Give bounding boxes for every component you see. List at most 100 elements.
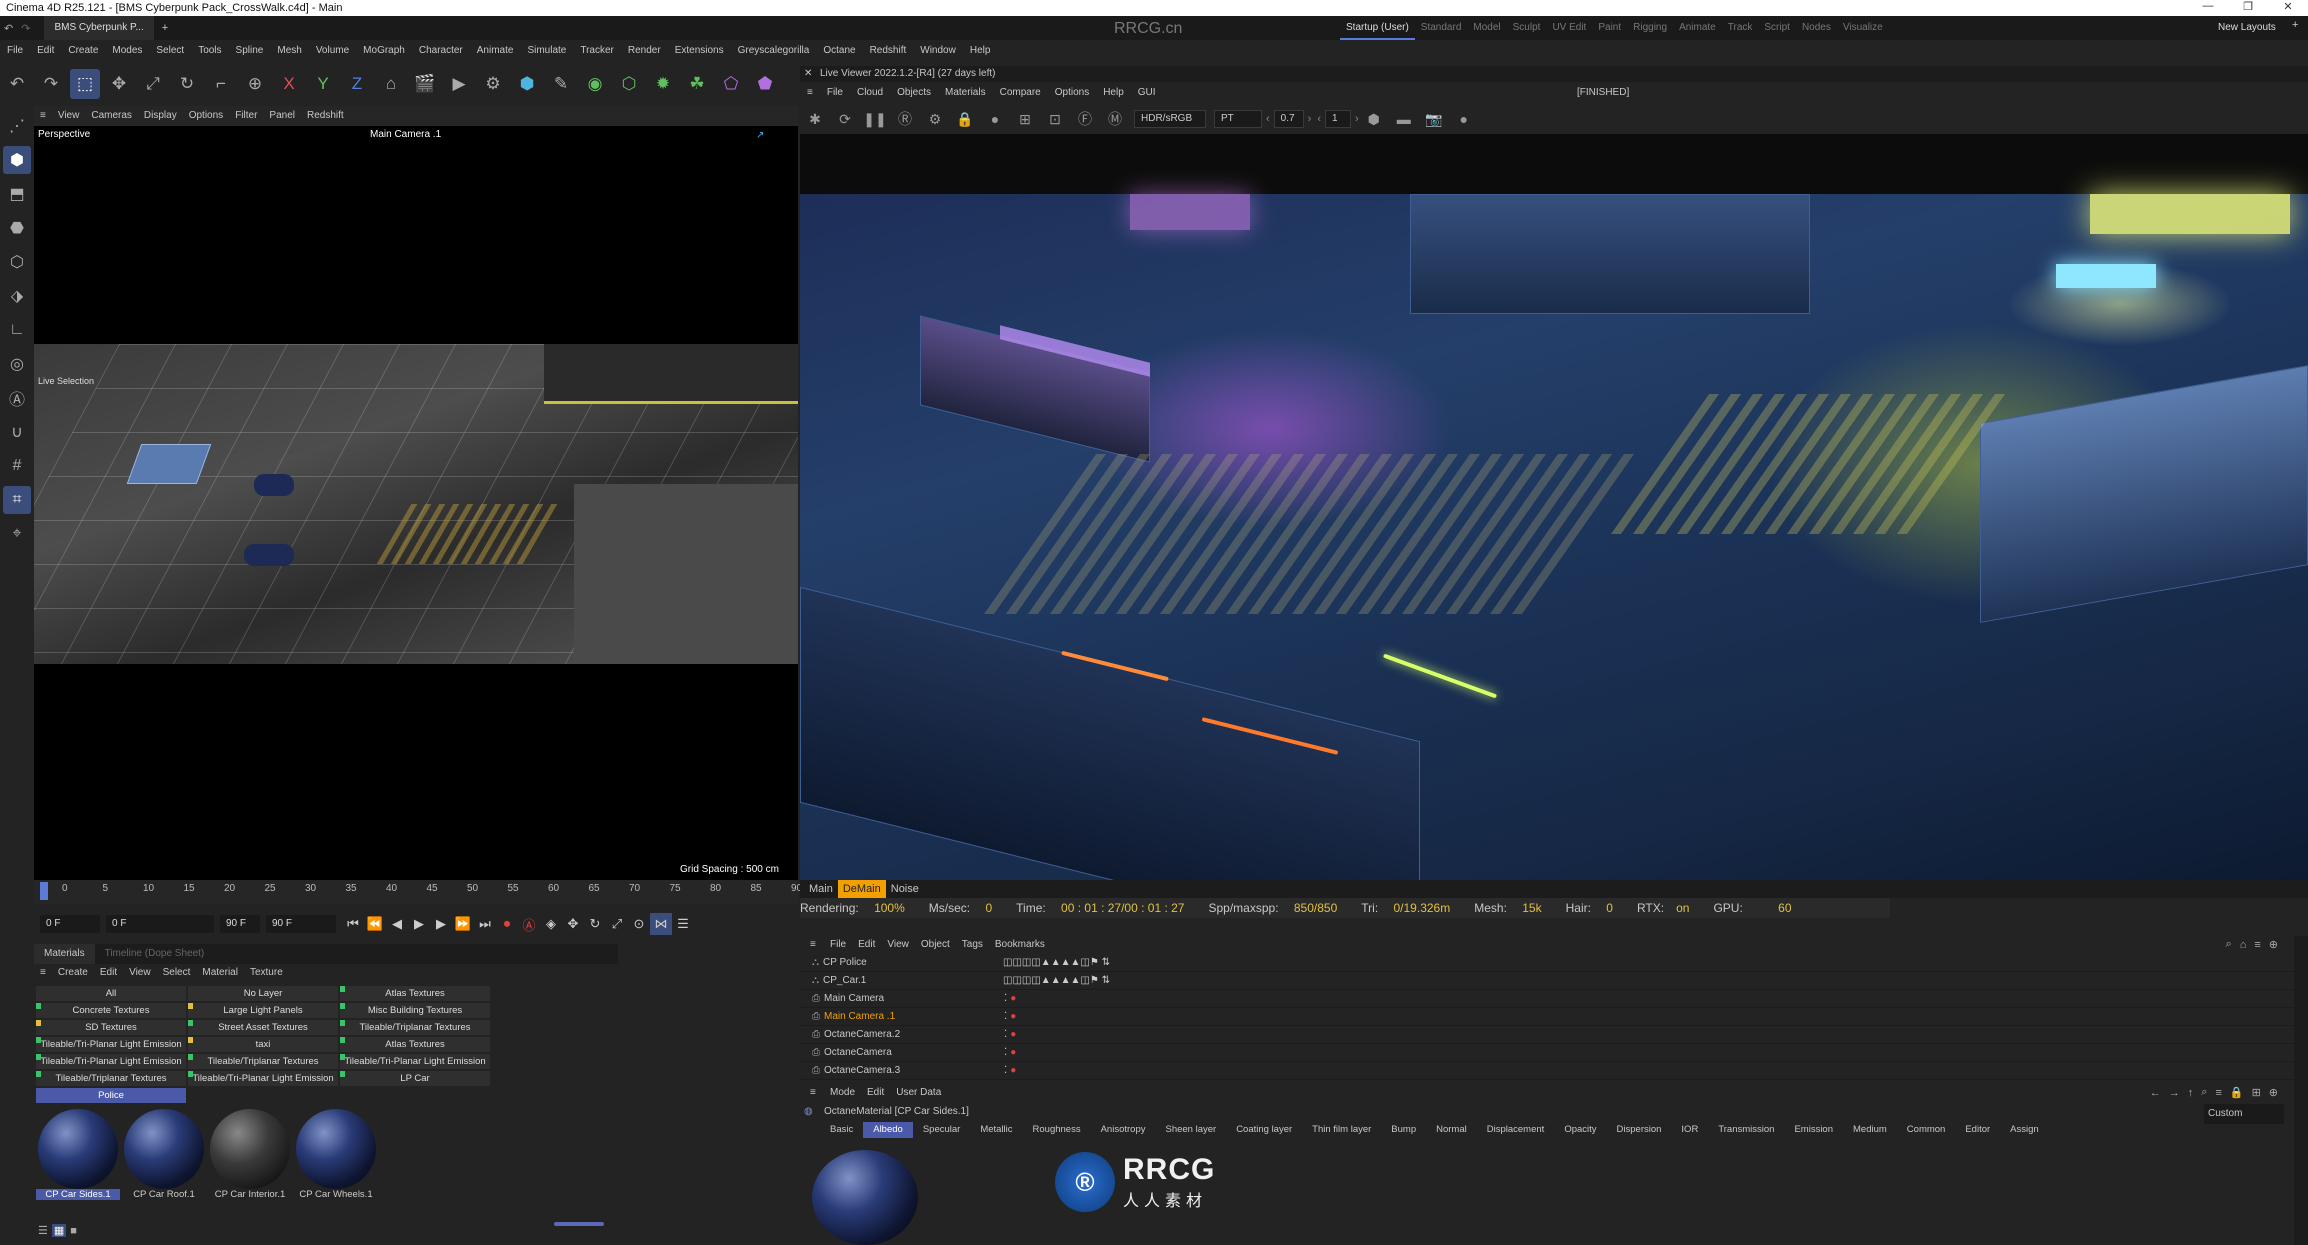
undo-button-icon[interactable]: ↶ (2, 69, 32, 99)
send-scene-icon[interactable]: ✱ (804, 108, 826, 130)
menu-item[interactable]: Edit (30, 40, 61, 62)
menu-item[interactable]: Mesh (270, 40, 308, 62)
material-layer-button[interactable]: All (36, 986, 186, 1001)
render-region-icon[interactable]: 🎬 (410, 69, 440, 99)
attr-lock-icon[interactable]: 🔒 (2230, 1086, 2244, 1099)
zoom-prev-icon[interactable]: ‹ (1266, 113, 1270, 125)
y-axis-icon[interactable]: Y (308, 69, 338, 99)
cloner-icon[interactable]: ⬡ (614, 69, 644, 99)
end-frame-field[interactable]: 90 F (220, 915, 260, 933)
forward-icon[interactable]: → (2169, 1087, 2180, 1099)
attribute-tab[interactable]: Assign (2000, 1122, 2049, 1138)
lv-menu-icon[interactable]: ≡ (800, 82, 820, 104)
material-layer-button[interactable]: Large Light Panels (188, 1003, 338, 1018)
object-row[interactable]: ⎙ Main Camera ⁚ ● (800, 990, 2308, 1008)
axis-mode-icon[interactable]: ∟ (3, 316, 31, 344)
object-name[interactable]: Main Camera (824, 993, 984, 1004)
material-layer-button[interactable]: No Layer (188, 986, 338, 1001)
material-menu-item[interactable]: Material (196, 964, 244, 982)
render-view[interactable] (800, 134, 2308, 880)
viewport-menu-item[interactable]: View (52, 106, 86, 126)
object-row[interactable]: ⎙ Main Camera .1 ⁚ ● (800, 1008, 2308, 1026)
subdivision-icon[interactable]: ◉ (580, 69, 610, 99)
zoom-next-icon[interactable]: › (1308, 113, 1312, 125)
layout-tab[interactable]: Startup (User) (1340, 16, 1415, 40)
autokey-icon[interactable]: Ⓐ (518, 913, 540, 935)
attribute-tab[interactable]: Anisotropy (1091, 1122, 1156, 1138)
attribute-tab[interactable]: Thin film layer (1302, 1122, 1381, 1138)
region-render-icon[interactable]: Ⓡ (894, 108, 916, 130)
menu-item[interactable]: Simulate (520, 40, 573, 62)
viewport-scene[interactable] (34, 344, 798, 664)
material-menu-item[interactable]: Create (52, 964, 94, 982)
attribute-tab[interactable]: Coating layer (1226, 1122, 1302, 1138)
layout-tab[interactable]: Standard (1415, 16, 1468, 40)
menu-item[interactable]: Create (61, 40, 105, 62)
layout-tab[interactable]: Nodes (1796, 16, 1837, 40)
point-mode-icon[interactable]: ⬗ (3, 282, 31, 310)
lv-menu-item[interactable]: Options (1048, 82, 1096, 104)
live-selection-icon[interactable]: ⬚ (70, 69, 100, 99)
viewport-menu-item[interactable]: Options (183, 106, 229, 126)
frame-prev-icon[interactable]: ‹ (1317, 113, 1321, 125)
current-frame-field[interactable]: 0 F (106, 915, 214, 933)
editor-viewport[interactable]: Perspective Main Camera .1 ↗ Live Select… (34, 126, 798, 880)
material-layer-button[interactable]: SD Textures (36, 1020, 186, 1035)
attribute-tab[interactable]: Bump (1381, 1122, 1426, 1138)
param-key-icon[interactable]: ⊙ (628, 913, 650, 935)
attribute-tab[interactable]: Common (1897, 1122, 1956, 1138)
object-name[interactable]: CP_Car.1 (823, 975, 983, 986)
attribute-tab[interactable]: Dispersion (1607, 1122, 1672, 1138)
menu-item[interactable]: MoGraph (356, 40, 412, 62)
attribute-tab[interactable]: Opacity (1554, 1122, 1606, 1138)
cube-icon[interactable]: ⬢ (512, 69, 542, 99)
menu-item[interactable]: Character (412, 40, 470, 62)
zoom-field[interactable]: 0.7 (1273, 110, 1304, 128)
rotation-key-icon[interactable]: ↻ (584, 913, 606, 935)
menu-item[interactable]: Help (963, 40, 998, 62)
solo-icon[interactable]: ◎ (3, 350, 31, 378)
lv-menu-item[interactable]: Objects (890, 82, 938, 104)
attribute-tab[interactable]: IOR (1671, 1122, 1708, 1138)
material-menu-icon[interactable]: ≡ (34, 964, 52, 982)
menu-item[interactable]: Tracker (573, 40, 621, 62)
layout-tab[interactable]: Script (1758, 16, 1796, 40)
material-layer-button[interactable]: Tileable/Tri-Planar Light Emission (340, 1054, 490, 1069)
material-layer-button[interactable]: Atlas Textures (340, 1037, 490, 1052)
attribute-tab[interactable]: Medium (1843, 1122, 1897, 1138)
viewport-menu-item[interactable]: Cameras (85, 106, 138, 126)
play-icon[interactable]: ▶ (408, 913, 430, 935)
object-name[interactable]: OctaneCamera.2 (824, 1029, 984, 1040)
minimize-icon[interactable]: — (2188, 0, 2228, 13)
pick-material-icon[interactable]: ⊡ (1044, 108, 1066, 130)
pick-focus-icon[interactable]: ⊞ (1014, 108, 1036, 130)
redo-button-icon[interactable]: ↷ (36, 69, 66, 99)
menu-item[interactable]: Modes (105, 40, 149, 62)
menu-item[interactable]: Window (913, 40, 963, 62)
material-layer-button[interactable]: Tileable/Tri-Planar Light Emission (36, 1037, 186, 1052)
next-frame-icon[interactable]: ▶ (430, 913, 452, 935)
menu-item[interactable]: Render (621, 40, 668, 62)
material-swatch[interactable]: CP Car Sides.1 (36, 1109, 120, 1200)
material-menu-item[interactable]: View (123, 964, 157, 982)
pause-render-icon[interactable]: ❚❚ (863, 108, 886, 130)
texture-mode-icon[interactable]: ⬒ (3, 180, 31, 208)
menu-item[interactable]: Tools (191, 40, 228, 62)
close-icon[interactable]: ✕ (2268, 0, 2308, 13)
timeline-ruler[interactable]: 0 5 10 15 20 25 30 35 40 45 50 55 60 65 70 75 80 85 90 (34, 880, 802, 904)
menu-item[interactable]: File (0, 40, 30, 62)
render-pass-tab[interactable]: Noise (886, 880, 924, 898)
layout-tab[interactable]: Model (1467, 16, 1506, 40)
material-layer-button[interactable]: Tileable/Tri-Planar Light Emission (188, 1071, 338, 1086)
object-menu-item[interactable]: Bookmarks (989, 936, 1051, 954)
material-menu-item[interactable]: Select (157, 964, 197, 982)
object-name[interactable]: Main Camera .1 (824, 1011, 984, 1022)
keyframe-icon[interactable]: ◈ (540, 913, 562, 935)
new-layouts-button[interactable]: New Layouts (2218, 22, 2276, 33)
attribute-tab[interactable]: Displacement (1477, 1122, 1555, 1138)
layout-tab[interactable]: Paint (1592, 16, 1627, 40)
large-view-icon[interactable]: ■ (70, 1225, 77, 1237)
color-mode-select[interactable]: HDR/sRGB (1134, 110, 1206, 128)
material-layer-button[interactable]: Concrete Textures (36, 1003, 186, 1018)
save-image-icon[interactable]: ▬ (1393, 108, 1415, 130)
